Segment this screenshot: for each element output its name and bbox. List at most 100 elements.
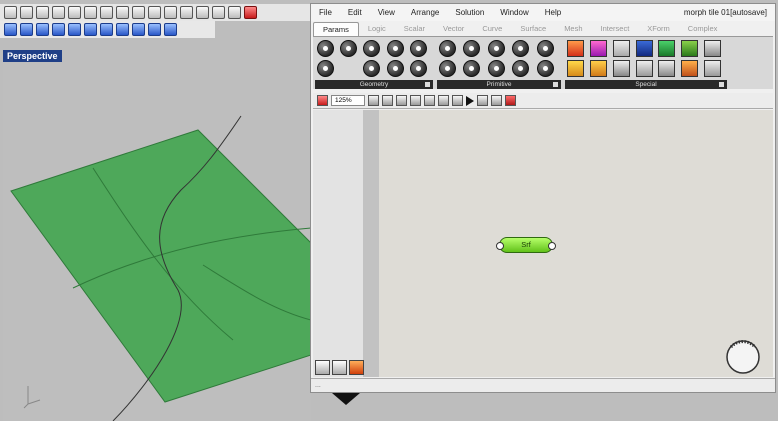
boolean-param-icon[interactable] — [439, 40, 456, 57]
delete-icon[interactable] — [244, 6, 257, 19]
preview-shading-icon[interactable] — [491, 95, 502, 106]
menu-solution[interactable]: Solution — [447, 8, 492, 17]
open-file-icon[interactable] — [20, 6, 33, 19]
param-viewer-icon[interactable] — [704, 40, 722, 57]
data-recorder-icon[interactable] — [681, 60, 699, 77]
layer-icon[interactable] — [20, 23, 33, 36]
zoom-dial-widget[interactable] — [723, 337, 763, 377]
named-views-icon[interactable] — [382, 95, 393, 106]
tab-xform[interactable]: XForm — [638, 22, 679, 36]
tab-complex[interactable]: Complex — [679, 22, 727, 36]
lock-icon[interactable] — [132, 23, 145, 36]
wire-display-icon[interactable] — [424, 95, 435, 106]
sketch-icon[interactable] — [410, 95, 421, 106]
integer-param-icon[interactable] — [439, 60, 456, 77]
zoom-extents-icon[interactable] — [180, 6, 193, 19]
colour-param-icon[interactable] — [487, 40, 505, 57]
viewport-title[interactable]: Perspective — [3, 50, 62, 62]
cut-icon[interactable] — [52, 6, 65, 19]
shade-icon[interactable] — [84, 23, 97, 36]
menu-file[interactable]: File — [311, 8, 340, 17]
sidebar-splitter[interactable] — [363, 110, 379, 377]
mesh-param-icon[interactable] — [386, 40, 404, 57]
brep-param-icon[interactable] — [363, 60, 381, 77]
table-icon[interactable] — [164, 23, 177, 36]
snap-icon[interactable] — [52, 23, 65, 36]
menu-window[interactable]: Window — [492, 8, 536, 17]
plane-param-icon[interactable] — [386, 60, 404, 77]
tab-curve[interactable]: Curve — [473, 22, 511, 36]
point-param-icon[interactable] — [317, 40, 334, 57]
print-icon[interactable] — [36, 6, 49, 19]
copy-icon[interactable] — [68, 6, 81, 19]
timer-icon[interactable] — [681, 40, 699, 57]
gradient-icon[interactable] — [567, 40, 584, 57]
light-icon[interactable] — [116, 23, 129, 36]
grasshopper-canvas[interactable] — [379, 110, 773, 377]
gumball-icon[interactable] — [68, 23, 81, 36]
rotate-view-icon[interactable] — [132, 6, 145, 19]
menu-view[interactable]: View — [370, 8, 403, 17]
line-param-icon[interactable] — [409, 60, 427, 77]
file-icon[interactable] — [317, 95, 328, 106]
string-param-icon[interactable] — [463, 60, 481, 77]
ribbon-group-label[interactable]: Geometry — [315, 80, 433, 89]
circle-param-icon[interactable] — [409, 40, 427, 57]
panel-icon[interactable] — [612, 60, 630, 77]
graph-mapper-icon[interactable] — [567, 60, 584, 77]
guid-param-icon[interactable] — [536, 40, 554, 57]
menu-help[interactable]: Help — [537, 8, 569, 17]
properties-icon[interactable] — [36, 23, 49, 36]
layers-icon[interactable] — [332, 360, 347, 375]
interval-param-icon[interactable] — [512, 40, 530, 57]
tab-mesh[interactable]: Mesh — [555, 22, 591, 36]
surface-param-icon[interactable] — [363, 40, 381, 57]
sketch-icon[interactable] — [658, 60, 676, 77]
ribbon-group-label[interactable]: Primitive — [437, 80, 561, 89]
perspective-viewport[interactable] — [3, 50, 311, 421]
zoom-field[interactable]: 125% — [331, 95, 365, 106]
srf-param-component[interactable]: Srf — [496, 237, 556, 253]
run-solution-icon[interactable] — [466, 95, 474, 106]
tab-vector[interactable]: Vector — [434, 22, 473, 36]
group-icon[interactable] — [658, 40, 676, 57]
ribbon-group-label[interactable]: Special — [565, 80, 727, 89]
tab-params[interactable]: Params — [313, 22, 359, 36]
time-param-icon[interactable] — [536, 60, 554, 77]
selected-only-icon[interactable] — [452, 95, 463, 106]
domain-param-icon[interactable] — [487, 60, 505, 77]
four-views-icon[interactable] — [212, 6, 225, 19]
tab-scalar[interactable]: Scalar — [395, 22, 434, 36]
zoom-extents-icon[interactable] — [368, 95, 379, 106]
tab-intersect[interactable]: Intersect — [592, 22, 639, 36]
undo-icon[interactable] — [100, 6, 113, 19]
menu-arrange[interactable]: Arrange — [403, 8, 447, 17]
zoom-window-icon[interactable] — [164, 6, 177, 19]
solver-lock-icon[interactable] — [505, 95, 516, 106]
grid-icon[interactable] — [228, 6, 241, 19]
display-mode-icon[interactable] — [4, 23, 17, 36]
options-icon[interactable] — [148, 23, 161, 36]
render-icon[interactable] — [100, 23, 113, 36]
canvas-icon[interactable] — [315, 360, 330, 375]
bake-icon[interactable] — [477, 95, 488, 106]
preview-eye-icon[interactable] — [396, 95, 407, 106]
image-sampler-icon[interactable] — [589, 60, 607, 77]
menu-edit[interactable]: Edit — [340, 8, 370, 17]
pan-icon[interactable] — [116, 6, 129, 19]
curve-param-icon[interactable] — [340, 40, 358, 57]
mesh-quality-icon[interactable] — [438, 95, 449, 106]
colour-swatch-icon[interactable] — [589, 40, 607, 57]
complex-param-icon[interactable] — [512, 60, 530, 77]
zoom-selected-icon[interactable] — [196, 6, 209, 19]
scribble-icon[interactable] — [635, 40, 653, 57]
bookmark-icon[interactable] — [635, 60, 653, 77]
paste-icon[interactable] — [84, 6, 97, 19]
remote-panel-icon[interactable] — [349, 360, 364, 375]
tab-logic[interactable]: Logic — [359, 22, 395, 36]
zoom-icon[interactable] — [148, 6, 161, 19]
vector-param-icon[interactable] — [317, 60, 334, 77]
tab-surface[interactable]: Surface — [511, 22, 555, 36]
slider-icon[interactable] — [612, 40, 630, 57]
new-file-icon[interactable] — [4, 6, 17, 19]
